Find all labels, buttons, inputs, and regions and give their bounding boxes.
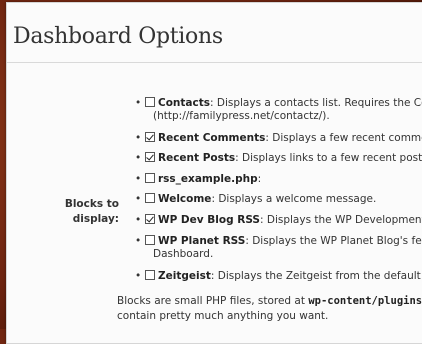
footer-text: Blocks are small PHP files, stored at <box>117 295 309 307</box>
title-divider <box>7 62 422 63</box>
blocks-to-display-label: Blocks to display: <box>61 197 119 227</box>
blocks-label-line2: display: <box>72 213 119 225</box>
block-desc-wp-dev-blog-rss: : Displays the WP Development Bl <box>260 214 422 226</box>
footer-note-line1: Blocks are small PHP files, stored at wp… <box>117 295 422 307</box>
block-name-rss-example: rss_example.php <box>158 173 258 185</box>
checkbox-wp-planet-rss[interactable] <box>145 235 155 245</box>
blocks-label-line1: Blocks to <box>64 198 119 210</box>
block-desc-recent-comments: : Displays a few recent commen <box>265 132 422 144</box>
dashboard-options-panel: Dashboard Options Blocks to display: • Co… <box>6 2 422 344</box>
checkbox-wp-dev-blog-rss[interactable] <box>145 214 155 224</box>
block-desc-rss-example: : <box>257 173 262 185</box>
block-desc-zeitgeist: : Displays the Zeitgeist from the defaul… <box>210 270 422 282</box>
block-item-welcome: • Welcome: Displays a welcome message. <box>135 193 377 205</box>
block-item-recent-posts: • Recent Posts: Displays links to a few r… <box>135 151 422 165</box>
block-name-welcome: Welcome <box>158 193 212 205</box>
checkbox-recent-posts[interactable] <box>145 152 155 162</box>
block-item-zeitgeist: • Zeitgeist: Displays the Zeitgeist from … <box>135 269 422 283</box>
checkbox-zeitgeist[interactable] <box>145 270 155 280</box>
checkbox-recent-comments[interactable] <box>145 132 155 142</box>
block-name-contacts: Contacts <box>158 97 210 109</box>
block-desc-recent-posts: : Displays links to a few recent posts. <box>235 152 422 164</box>
block-desc2-wp-planet-rss: Dashboard. <box>153 248 214 260</box>
block-desc-contacts: : Displays a contacts list. Requires the… <box>210 97 422 109</box>
block-name-recent-posts: Recent Posts <box>158 152 236 164</box>
block-name-recent-comments: Recent Comments <box>158 132 266 144</box>
block-item-rss-example: • rss_example.php: <box>135 173 262 185</box>
block-item-wp-planet-rss: • WP Planet RSS: Displays the WP Planet B… <box>135 234 422 248</box>
block-item-wp-dev-blog-rss: • WP Dev Blog RSS: Displays the WP Develo… <box>135 213 422 227</box>
block-item-contacts: • Contacts: Displays a contacts list. Req… <box>135 96 422 110</box>
block-name-wp-planet-rss: WP Planet RSS <box>158 235 246 247</box>
checkbox-welcome[interactable] <box>145 193 155 203</box>
block-item-recent-comments: • Recent Comments: Displays a few recent … <box>135 131 422 145</box>
block-desc2-contacts: (http://familypress.net/contactz/). <box>153 110 330 122</box>
block-name-wp-dev-blog-rss: WP Dev Blog RSS <box>158 214 260 226</box>
footer-note-line2: contain pretty much anything you want. <box>117 310 329 322</box>
block-name-zeitgeist: Zeitgeist <box>158 270 211 282</box>
page-title: Dashboard Options <box>13 24 223 49</box>
block-desc-welcome: : Displays a welcome message. <box>211 193 377 205</box>
block-desc-wp-planet-rss: : Displays the WP Planet Blog's feed, <box>245 235 422 247</box>
footer-path: wp-content/plugins/c <box>308 295 422 307</box>
checkbox-rss-example[interactable] <box>145 173 155 183</box>
checkbox-contacts[interactable] <box>145 97 155 107</box>
